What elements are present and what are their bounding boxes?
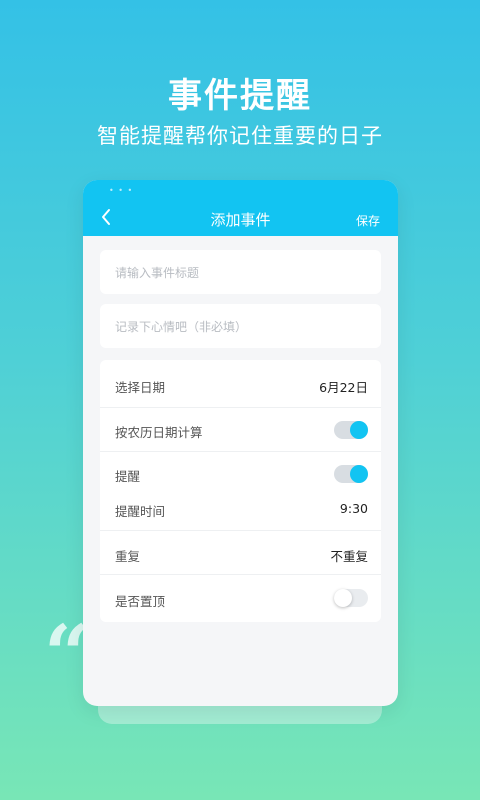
event-title-placeholder: 请输入事件标题: [115, 266, 200, 280]
repeat-row[interactable]: 重复 不重复: [100, 531, 381, 575]
toggle-knob: [334, 589, 352, 607]
hero-title: 事件提醒: [168, 76, 312, 116]
pin-label: 是否置顶: [115, 594, 166, 609]
remind-toggle[interactable]: [334, 465, 368, 483]
remind-label: 提醒: [115, 469, 141, 484]
pin-row: 是否置顶: [100, 575, 381, 621]
phone-screen: • • • 添加事件 保存 请输入事件标题 记录下心情吧（非必填） 选择日期 6…: [83, 180, 398, 706]
lunar-label: 按农历日期计算: [115, 425, 203, 440]
toggle-knob: [350, 421, 368, 439]
remind-row: 提醒: [100, 452, 381, 492]
date-row[interactable]: 选择日期 6月22日: [100, 360, 381, 408]
repeat-value: 不重复: [330, 549, 368, 564]
repeat-label: 重复: [115, 549, 141, 564]
remind-time-label: 提醒时间: [115, 504, 166, 519]
status-bar: • • •: [83, 180, 398, 200]
lunar-row: 按农历日期计算: [100, 408, 381, 452]
event-title-input[interactable]: 请输入事件标题: [100, 250, 381, 294]
app-bar: 添加事件 保存: [83, 200, 398, 236]
pin-toggle[interactable]: [334, 589, 368, 607]
toggle-knob: [350, 465, 368, 483]
date-label: 选择日期: [115, 380, 166, 395]
save-button[interactable]: 保存: [356, 212, 380, 229]
page-title: 添加事件: [210, 211, 271, 229]
remind-time-row[interactable]: 提醒时间 9:30: [100, 492, 381, 530]
settings-card: 选择日期 6月22日 按农历日期计算 提醒 提醒时间 9:30 重复 不重复 是…: [100, 360, 381, 622]
date-value: 6月22日: [319, 380, 368, 395]
remind-time-value: 9:30: [339, 501, 368, 516]
mood-note-input[interactable]: 记录下心情吧（非必填）: [100, 304, 381, 348]
status-indicators: • • •: [109, 186, 134, 195]
lunar-toggle[interactable]: [334, 421, 368, 439]
hero-subtitle: 智能提醒帮你记住重要的日子: [97, 124, 383, 148]
mood-note-placeholder: 记录下心情吧（非必填）: [115, 320, 248, 334]
